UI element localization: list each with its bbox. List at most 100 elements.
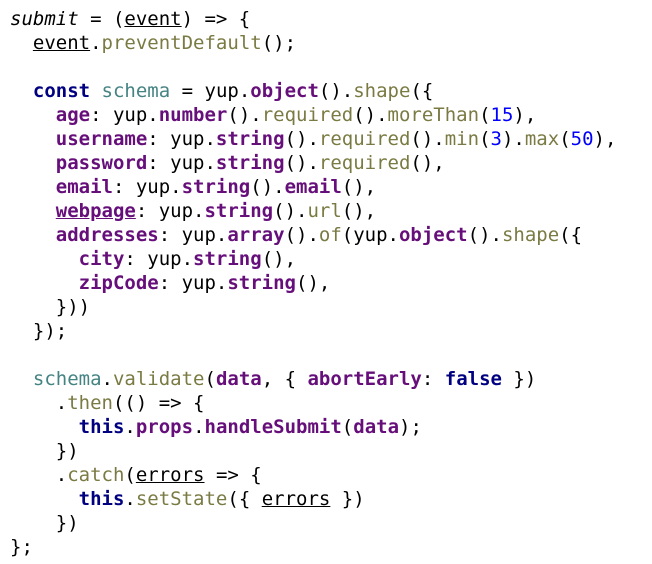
code-token: })) (10, 296, 91, 318)
code-token: handleSubmit (204, 416, 342, 438)
code-token: number (158, 104, 228, 126)
code-token: ( (204, 368, 216, 390)
code-token: (). (284, 128, 319, 150)
code-line[interactable]: this.props.handleSubmit(data); (10, 415, 652, 439)
code-token: }); (10, 320, 68, 342)
code-token: ( (559, 128, 571, 150)
code-line[interactable]: const schema = yup.object().shape({ (10, 79, 652, 103)
code-token: props (135, 416, 194, 438)
code-token: required (261, 104, 354, 126)
code-token: ( (479, 128, 491, 150)
code-token: data (215, 368, 262, 390)
code-token: (). (467, 224, 502, 246)
code-token: => { (204, 464, 262, 486)
code-token: validate (112, 368, 205, 390)
code-token: (), (261, 248, 297, 270)
code-line[interactable]: zipCode: yup.string(), (10, 271, 652, 295)
code-line[interactable]: event.preventDefault(); (10, 31, 652, 55)
code-token: (). (250, 176, 285, 198)
code-token: ({ (227, 488, 262, 510)
code-token: shape (501, 224, 560, 246)
code-line[interactable]: username: yup.string().required().min(3)… (10, 127, 652, 151)
code-line[interactable]: schema.validate(data, { abortEarly: fals… (10, 367, 652, 391)
code-line[interactable]: age: yup.number().required().moreThan(15… (10, 103, 652, 127)
code-token: this (78, 488, 125, 510)
code-token: ), (513, 104, 537, 126)
code-line[interactable]: })) (10, 295, 652, 319)
code-token: required (318, 128, 411, 150)
code-token: string (181, 176, 251, 198)
code-token: this (78, 416, 125, 438)
code-token: : yup. (158, 224, 228, 246)
code-token: then (67, 392, 113, 414)
code-token: city (78, 248, 125, 270)
code-token: : (421, 368, 445, 390)
code-token: shape (353, 80, 411, 102)
code-token: data (353, 416, 400, 438)
code-line[interactable]: password: yup.string().required(), (10, 151, 652, 175)
code-token: (yup. (341, 224, 399, 246)
code-block[interactable]: submit = (event) => { event.preventDefau… (10, 7, 652, 559)
code-token: min (444, 128, 480, 150)
code-token: = yup. (170, 80, 251, 102)
code-token: ( (341, 416, 354, 438)
code-line[interactable]: }); (10, 319, 652, 343)
code-line[interactable]: email: yup.string().email(), (10, 175, 652, 199)
code-line[interactable]: webpage: yup.string().url(), (10, 199, 652, 223)
code-line[interactable]: }) (10, 511, 652, 535)
code-line[interactable]: city: yup.string(), (10, 247, 652, 271)
code-token: : yup. (112, 176, 182, 198)
code-token: password (55, 152, 148, 174)
code-line[interactable]: submit = (event) => { (10, 7, 652, 31)
code-token: }; (10, 536, 33, 558)
code-token: errors (261, 488, 331, 510)
code-token: . (90, 32, 102, 54)
code-token: (), (410, 152, 445, 174)
code-token: object (398, 224, 468, 246)
code-token: (). (353, 104, 388, 126)
code-token: . (101, 368, 113, 390)
code-token: max (524, 128, 560, 150)
code-line[interactable] (10, 343, 652, 367)
code-token: (), (341, 200, 377, 222)
code-token: array (227, 224, 285, 246)
code-token: schema (101, 80, 171, 102)
code-editor[interactable]: submit = (event) => { event.preventDefau… (0, 0, 652, 564)
code-line[interactable] (10, 55, 652, 79)
code-token: const (32, 80, 91, 102)
code-line[interactable]: }; (10, 535, 652, 559)
code-token: submit (10, 8, 79, 30)
code-token: }) (330, 488, 365, 510)
code-token: string (204, 200, 274, 222)
code-token: ( (124, 464, 136, 486)
code-token: (). (227, 104, 262, 126)
code-token: . (124, 488, 136, 510)
code-line[interactable]: .then(() => { (10, 391, 652, 415)
code-token: event (32, 32, 91, 54)
code-token: string (227, 272, 296, 294)
code-token: : yup. (135, 200, 205, 222)
code-line[interactable]: this.setState({ errors }) (10, 487, 652, 511)
code-token: webpage (55, 200, 136, 222)
code-token: : yup. (124, 248, 194, 270)
code-line[interactable]: .catch(errors => { (10, 463, 652, 487)
code-token: string (193, 248, 262, 270)
code-line[interactable]: }) (10, 439, 652, 463)
code-token: (() => { (112, 392, 205, 414)
code-line[interactable]: addresses: yup.array().of(yup.object().s… (10, 223, 652, 247)
code-token: ) => { (181, 8, 251, 30)
code-token: ( (479, 104, 491, 126)
code-token: zipCode (78, 272, 159, 294)
code-token: username (55, 128, 148, 150)
code-token: ), (593, 128, 617, 150)
code-token: (), (341, 176, 377, 198)
code-token: (), (296, 272, 331, 294)
code-token: , { (261, 368, 308, 390)
